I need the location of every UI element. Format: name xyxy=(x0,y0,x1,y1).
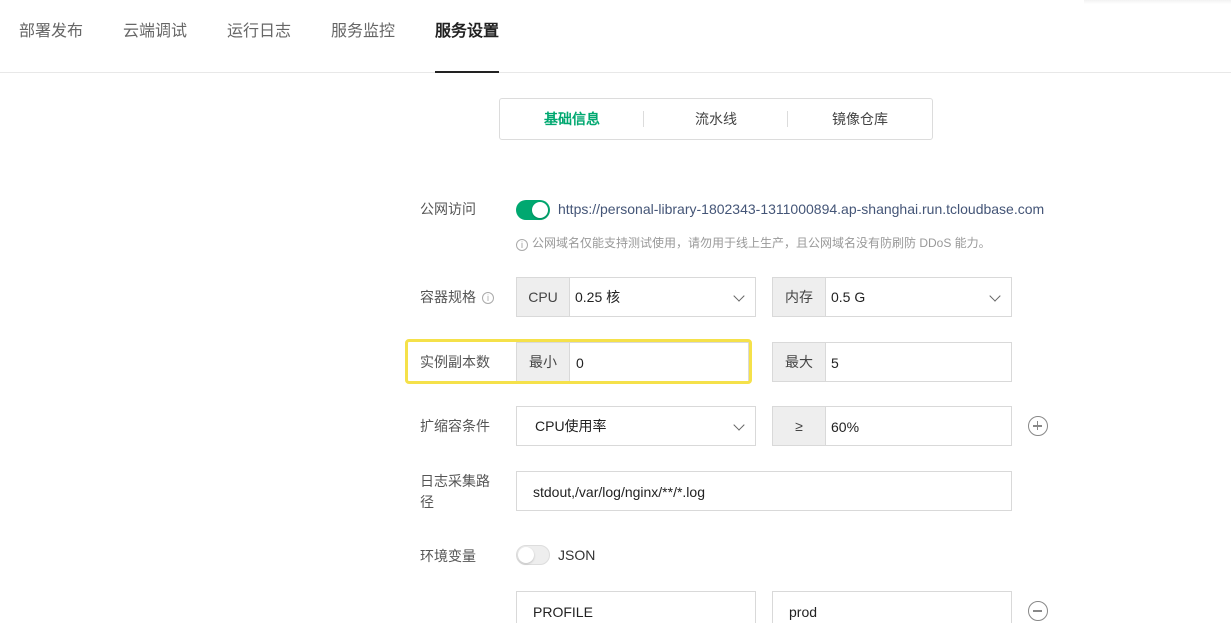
popover-edge-shadow xyxy=(1084,0,1231,4)
settings-sub-tabs: 基础信息 流水线 镜像仓库 xyxy=(499,98,933,140)
scaling-operator-addon: ≥ xyxy=(773,407,826,445)
public-access-toggle[interactable] xyxy=(516,200,550,220)
memory-addon: 内存 xyxy=(773,278,826,316)
toggle-knob xyxy=(518,547,534,563)
minus-circle-icon[interactable] xyxy=(1028,601,1048,621)
max-replicas-value: 5 xyxy=(831,355,839,371)
public-url-link[interactable]: https://personal-library-1802343-1311000… xyxy=(558,199,1044,219)
plus-circle-icon[interactable] xyxy=(1028,416,1048,436)
tab-service-monitor[interactable]: 服务监控 xyxy=(331,22,395,42)
tab-service-settings[interactable]: 服务设置 xyxy=(435,22,499,42)
tab-run-logs[interactable]: 运行日志 xyxy=(227,22,291,42)
chevron-down-icon xyxy=(733,419,745,431)
max-replicas-addon: 最大 xyxy=(773,343,826,381)
scaling-threshold-input[interactable]: ≥ 60% xyxy=(772,406,1012,446)
info-icon: i xyxy=(516,239,528,251)
container-spec-label: 容器规格 i xyxy=(420,287,494,307)
sub-tab-image-repo[interactable]: 镜像仓库 xyxy=(788,99,932,139)
scaling-metric-select[interactable]: CPU使用率 xyxy=(516,406,756,446)
public-access-hint-text: 公网域名仅能支持测试使用，请勿用于线上生产，且公网域名没有防刷防 DDoS 能力… xyxy=(532,236,991,250)
tab-deploy[interactable]: 部署发布 xyxy=(19,22,83,42)
max-replicas-input[interactable]: 最大 5 xyxy=(772,342,1012,382)
replicas-label: 实例副本数 xyxy=(420,354,490,370)
min-replicas-addon: 最小 xyxy=(517,343,570,381)
env-key-value: PROFILE xyxy=(533,604,593,620)
json-toggle-label: JSON xyxy=(558,547,596,563)
cpu-select[interactable]: CPU 0.25 核 xyxy=(516,277,756,317)
json-toggle[interactable] xyxy=(516,545,550,565)
plus-bar-v xyxy=(1036,421,1039,430)
toggle-knob xyxy=(532,202,548,218)
sub-tab-pipeline[interactable]: 流水线 xyxy=(644,99,788,139)
log-path-input[interactable]: stdout,/var/log/nginx/**/*.log xyxy=(516,471,1012,511)
scaling-metric-value: CPU使用率 xyxy=(535,418,607,434)
memory-value: 0.5 G xyxy=(831,289,866,305)
chevron-down-icon xyxy=(989,290,1001,302)
scaling-label: 扩缩容条件 xyxy=(420,418,490,434)
env-key-input[interactable]: PROFILE xyxy=(516,591,756,623)
active-tab-indicator xyxy=(435,71,499,73)
container-spec-label-text: 容器规格 xyxy=(420,289,476,305)
top-tab-bar: 部署发布 云端调试 运行日志 服务监控 服务设置 xyxy=(0,0,1231,73)
min-replicas-input[interactable]: 最小 0 xyxy=(516,342,749,382)
min-replicas-value: 0 xyxy=(576,355,584,371)
cpu-value: 0.25 核 xyxy=(575,289,621,305)
env-value-value: prod xyxy=(789,604,818,620)
log-path-value: stdout,/var/log/nginx/**/*.log xyxy=(533,484,705,500)
public-access-hint: i 公网域名仅能支持测试使用，请勿用于线上生产，且公网域名没有防刷防 DDoS 能… xyxy=(516,235,991,251)
memory-select[interactable]: 内存 0.5 G xyxy=(772,277,1012,317)
tab-cloud-debug[interactable]: 云端调试 xyxy=(123,22,187,42)
chevron-down-icon xyxy=(733,290,745,302)
public-access-label: 公网访问 xyxy=(420,201,476,217)
env-value-input[interactable]: prod xyxy=(772,591,1012,623)
info-icon[interactable]: i xyxy=(482,292,494,304)
sub-tab-basic-info[interactable]: 基础信息 xyxy=(500,99,644,139)
log-path-label-line1: 日志采集路 xyxy=(420,473,490,489)
cpu-addon: CPU xyxy=(517,278,570,316)
minus-bar xyxy=(1033,610,1042,612)
log-path-label-line2: 径 xyxy=(420,494,434,510)
scaling-threshold-value: 60% xyxy=(831,419,860,435)
env-vars-label: 环境变量 xyxy=(420,548,476,564)
